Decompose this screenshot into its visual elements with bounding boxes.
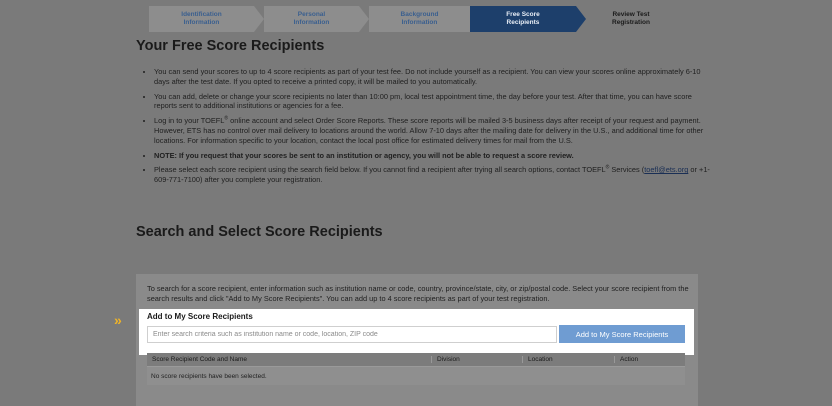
step-background[interactable]: Background Information bbox=[369, 6, 470, 32]
step-label: Registration bbox=[612, 19, 650, 26]
column-header-location: Location bbox=[522, 356, 614, 363]
column-header-name: Score Recipient Code and Name bbox=[152, 356, 248, 363]
add-to-recipients-button[interactable]: Add to My Score Recipients bbox=[559, 325, 685, 343]
step-personal[interactable]: Personal Information bbox=[264, 6, 359, 32]
page: Identification Information Personal Inform… bbox=[0, 0, 832, 406]
list-item-text: Please select each score recipient using… bbox=[154, 165, 606, 175]
list-item-text: Log in to your TOEFL bbox=[154, 116, 225, 126]
step-arrow bbox=[576, 6, 586, 32]
step-review: Review Test Registration bbox=[586, 6, 676, 32]
list-item: You can send your scores to up to 4 scor… bbox=[154, 67, 714, 87]
step-label: Review Test bbox=[612, 11, 650, 18]
add-recipient-label: Add to My Score Recipients bbox=[147, 312, 253, 321]
search-instructions: To search for a score recipient, enter i… bbox=[147, 284, 689, 303]
step-label: Information bbox=[401, 19, 438, 26]
step-label: Free Score bbox=[506, 11, 540, 18]
recipients-table: Score Recipient Code and Name Division L… bbox=[147, 353, 685, 385]
step-arrow bbox=[254, 6, 264, 32]
list-item-text: You can add, delete or change your score… bbox=[154, 91, 692, 111]
list-item-text: You can send your scores to up to 4 scor… bbox=[154, 67, 701, 86]
step-label: Information bbox=[293, 19, 330, 26]
page-title: Your Free Score Recipients bbox=[136, 38, 325, 54]
list-item: You can add, delete or change your score… bbox=[154, 92, 714, 112]
step-label: Personal bbox=[297, 11, 326, 18]
list-item-note: NOTE: If you request that your scores be… bbox=[154, 151, 714, 161]
table-header: Score Recipient Code and Name Division L… bbox=[147, 353, 685, 366]
step-label: Information bbox=[183, 19, 220, 26]
list-item-text: Services ( bbox=[609, 165, 645, 175]
info-list: You can send your scores to up to 4 scor… bbox=[143, 67, 714, 190]
step-identification[interactable]: Identification Information bbox=[149, 6, 254, 32]
list-item: Log in to your TOEFL® online account and… bbox=[154, 116, 714, 145]
list-item-text: NOTE: If you request that your scores be… bbox=[154, 150, 574, 160]
registration-progress: Identification Information Personal Inform… bbox=[149, 6, 689, 32]
step-arrow bbox=[359, 6, 369, 32]
column-header-action: Action bbox=[614, 356, 685, 363]
step-free-score-recipients[interactable]: Free Score Recipients bbox=[470, 6, 576, 32]
table-empty-row: No score recipients have been selected. bbox=[147, 366, 685, 385]
double-chevron-right-icon: » bbox=[114, 312, 122, 328]
email-link[interactable]: toefl@ets.org bbox=[644, 165, 688, 174]
recipient-search-input[interactable] bbox=[147, 326, 557, 343]
column-header-division: Division bbox=[431, 356, 522, 363]
list-item-text: online account and select Order Score Re… bbox=[154, 116, 704, 145]
section-title: Search and Select Score Recipients bbox=[136, 224, 383, 240]
step-label: Recipients bbox=[506, 19, 540, 26]
step-label: Background bbox=[400, 11, 439, 18]
step-label: Identification bbox=[181, 11, 222, 18]
list-item: Please select each score recipient using… bbox=[154, 165, 714, 185]
